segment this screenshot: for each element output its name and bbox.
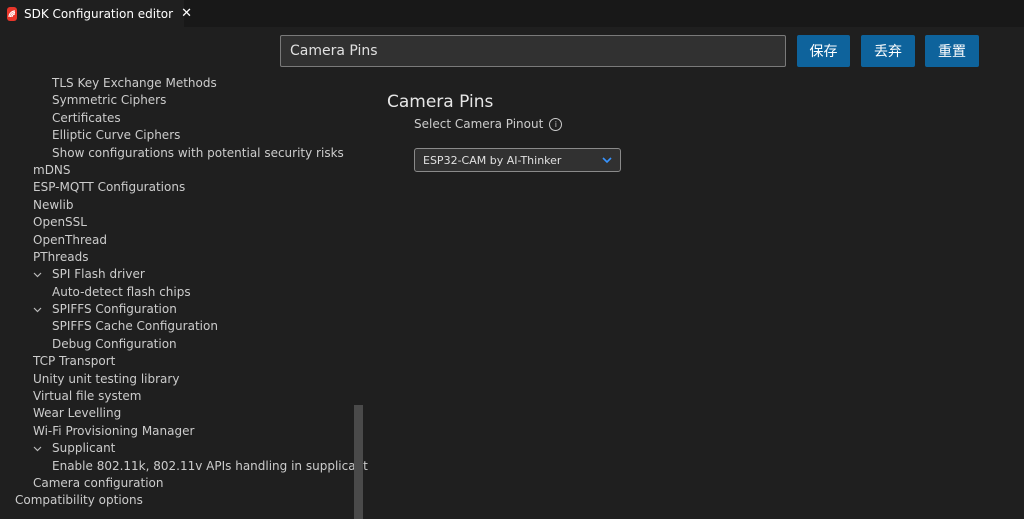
tree-item-label: mDNS [33,162,71,177]
search-input[interactable] [280,35,786,67]
tree-item-label: Newlib [33,197,74,212]
tree-item-label: SPIFFS Cache Configuration [52,319,218,334]
config-tree: TLS Key Exchange Methods Symmetric Cipher… [0,75,368,510]
tree-item-label: Debug Configuration [52,336,177,351]
chevron-down-icon[interactable] [33,301,42,318]
tree-item-label: Compatibility options [15,493,143,508]
tree-item-label: TCP Transport [33,354,116,369]
tree-item[interactable]: Certificates [0,110,352,127]
tree-item[interactable]: SPIFFS Cache Configuration [0,318,352,335]
reset-button[interactable]: 重置 [925,35,979,67]
tree-item-label: ESP-MQTT Configurations [33,180,186,195]
tree-item[interactable]: Wi-Fi Provisioning Manager [0,423,352,440]
tree-item-label: OpenThread [33,232,108,247]
tree-item[interactable]: Unity unit testing library [0,371,352,388]
tree-item[interactable]: Auto-detect flash chips [0,284,352,301]
title-bar: SDK Configuration editor ✕ [0,0,1024,27]
tree-item-label: Unity unit testing library [33,371,180,386]
tree-item[interactable]: OpenSSL [0,214,352,231]
tree-scrollbar[interactable] [354,405,363,519]
tree-item[interactable]: PThreads [0,249,352,266]
tree-item[interactable]: ESP-MQTT Configurations [0,179,352,196]
tree-item[interactable]: Elliptic Curve Ciphers [0,127,352,144]
tree-item-label: Virtual file system [33,389,142,404]
tree-item-label: SPI Flash driver [52,267,145,282]
tree-item-label: Certificates [52,110,121,125]
editor-tab[interactable]: SDK Configuration editor ✕ [0,0,192,27]
tree-item-label: TLS Key Exchange Methods [52,76,217,90]
tree-item-label: OpenSSL [33,215,87,230]
espressif-logo-icon [7,6,17,21]
tree-item[interactable]: Wear Levelling [0,405,352,422]
tree-item[interactable]: Symmetric Ciphers [0,92,352,109]
tree-item[interactable]: SPI Flash driver [0,266,352,283]
save-button[interactable]: 保存 [797,35,850,67]
tree-item[interactable]: Enable 802.11k, 802.11v APIs handling in… [0,458,368,475]
tree-item[interactable]: Camera configuration [0,475,352,492]
tree-item-label: Wi-Fi Provisioning Manager [33,423,195,438]
tree-item[interactable]: SPIFFS Configuration [0,301,352,318]
tree-item[interactable]: Virtual file system [0,388,352,405]
tree-item-label: Elliptic Curve Ciphers [52,128,181,143]
tree-item[interactable]: Show configurations with potential secur… [0,145,352,162]
tab-title: SDK Configuration editor [24,6,174,21]
section-heading: Camera Pins [387,92,494,112]
tree-item-label: Supplicant [52,441,116,456]
tree-item-label: Wear Levelling [33,406,122,421]
tree-item[interactable]: Newlib [0,197,352,214]
select-value: ESP32-CAM by AI-Thinker [423,153,562,167]
tree-item[interactable]: TCP Transport [0,353,352,370]
info-icon[interactable]: i [549,117,563,131]
tree-item-label: SPIFFS Configuration [52,302,177,317]
camera-pinout-select[interactable]: ESP32-CAM by AI-Thinker [414,148,621,172]
tree-item-label: Show configurations with potential secur… [52,145,344,160]
tree-item[interactable]: TLS Key Exchange Methods [0,75,352,92]
tree-item[interactable]: Supplicant [0,440,352,457]
chevron-down-icon[interactable] [33,266,42,283]
discard-button[interactable]: 丢弃 [861,35,915,67]
close-icon[interactable]: ✕ [181,6,192,21]
chevron-down-icon [602,154,612,167]
tree-item[interactable]: OpenThread [0,232,352,249]
tree-item-label: Enable 802.11k, 802.11v APIs handling in… [52,458,368,473]
tree-item[interactable]: Compatibility options [0,492,352,509]
tree-item-label: Auto-detect flash chips [52,284,191,299]
chevron-down-icon[interactable] [33,440,42,457]
tree-item-label: Symmetric Ciphers [52,93,167,108]
field-label: Select Camera Pinout i [414,117,563,131]
field-label-text: Select Camera Pinout [414,117,544,131]
tree-item-label: PThreads [33,249,89,264]
tree-item[interactable]: mDNS [0,162,352,179]
tree-item-label: Camera configuration [33,475,164,490]
tree-item[interactable]: Debug Configuration [0,336,352,353]
